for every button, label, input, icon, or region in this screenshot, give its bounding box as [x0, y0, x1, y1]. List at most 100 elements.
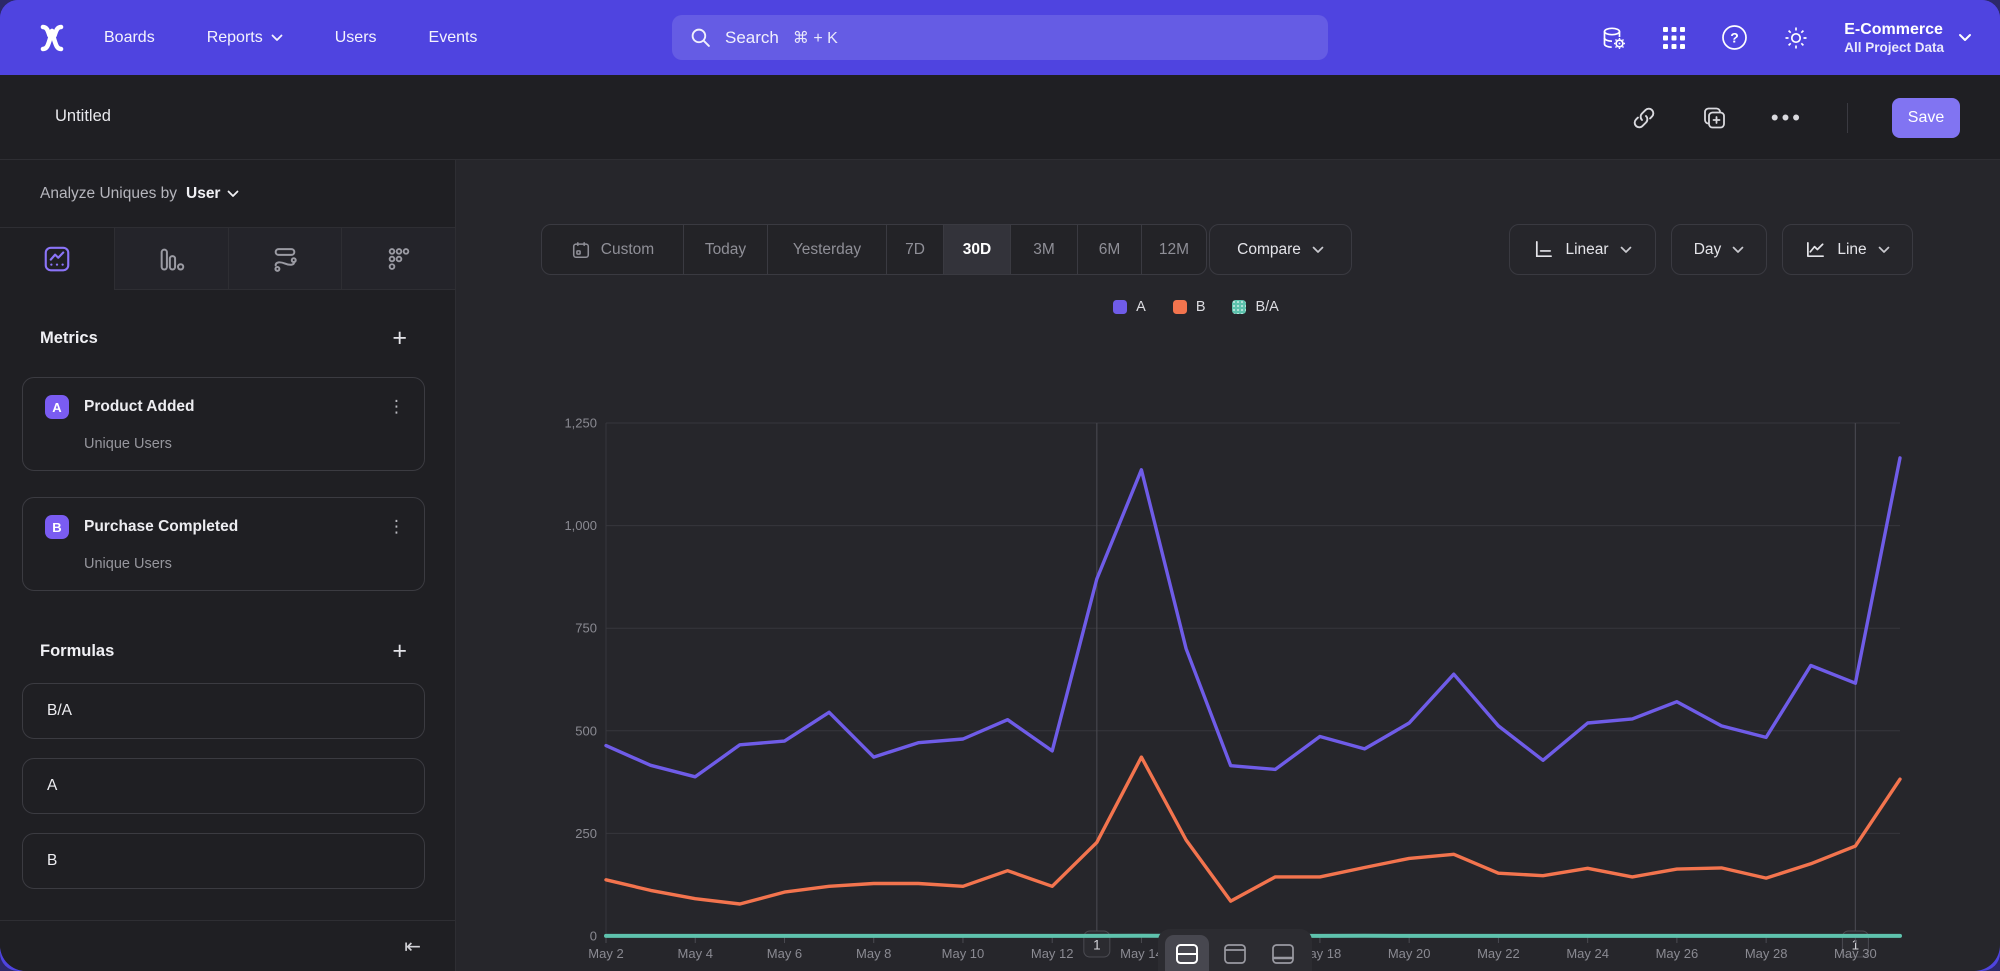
search-input[interactable]: Search ⌘ + K [672, 15, 1328, 60]
apps-grid-icon[interactable] [1661, 25, 1687, 51]
date-range-custom[interactable]: Custom [542, 225, 683, 274]
add-formula-button[interactable]: + [392, 639, 407, 664]
analyze-row: Analyze Uniques by User [0, 160, 455, 228]
chevron-down-icon [1732, 246, 1744, 254]
chart-type-selector[interactable]: Line [1782, 224, 1913, 275]
x-axis-tick-label: May 22 [1477, 946, 1520, 961]
series-line-a[interactable] [606, 458, 1900, 777]
chart-legend: A B B/A [526, 299, 1866, 315]
settings-gear-icon[interactable] [1782, 24, 1810, 52]
tab-flows[interactable] [228, 228, 342, 290]
metric-card[interactable]: A Product Added ⋮ Unique Users [22, 377, 425, 471]
metric-subtitle: Unique Users [84, 436, 406, 452]
series-line-b[interactable] [606, 757, 1900, 904]
nav-menu: Boards Reports Users Events [104, 0, 477, 75]
chevron-down-icon [1878, 246, 1890, 254]
insights-chart-icon [42, 244, 72, 274]
nav-item-events[interactable]: Events [429, 29, 478, 47]
date-range-30d[interactable]: 30D [943, 225, 1010, 274]
legend-swatch [1113, 300, 1127, 314]
split-view-icon [1175, 943, 1199, 965]
analyze-by-selector[interactable]: User [186, 185, 239, 203]
chevron-down-icon [227, 190, 239, 198]
tab-funnels[interactable] [114, 228, 228, 290]
x-axis-tick-label: May 4 [678, 946, 713, 961]
legend-item-b[interactable]: B [1173, 299, 1206, 315]
duplicate-icon[interactable] [1701, 105, 1727, 131]
kebab-menu-icon[interactable]: ⋮ [388, 517, 406, 537]
x-axis-tick-label: May 6 [767, 946, 802, 961]
metric-subtitle: Unique Users [84, 556, 406, 572]
retention-dots-icon [385, 245, 413, 273]
view-chart-only-button[interactable] [1213, 935, 1257, 971]
report-title[interactable]: Untitled [55, 107, 111, 126]
data-management-icon[interactable] [1599, 24, 1627, 52]
nav-item-boards[interactable]: Boards [104, 29, 155, 47]
chart-view-icon [1223, 943, 1247, 965]
nav-item-users[interactable]: Users [335, 29, 377, 47]
x-axis-tick-label: May 20 [1388, 946, 1431, 961]
chevron-down-icon [1958, 33, 1972, 42]
legend-swatch [1173, 300, 1187, 314]
formulas-title: Formulas [40, 642, 114, 661]
x-axis-tick-label: May 14 [1120, 946, 1163, 961]
linear-axis-icon [1533, 239, 1554, 260]
line-chart[interactable]: 02505007501,0001,25011May 2May 4May 6May… [560, 330, 1920, 971]
date-range-6m[interactable]: 6M [1077, 225, 1141, 274]
query-sidebar: Analyze Uniques by User [0, 160, 456, 971]
scale-selector[interactable]: Linear [1509, 224, 1656, 275]
help-icon[interactable]: ? [1721, 24, 1748, 51]
sidebar-footer: ⇤ [0, 920, 455, 971]
more-options-icon[interactable]: ••• [1771, 105, 1803, 131]
x-axis-tick-label: May 12 [1031, 946, 1074, 961]
metric-card[interactable]: B Purchase Completed ⋮ Unique Users [22, 497, 425, 591]
nav-right-cluster: ? E-Commerce All Project Data [1599, 0, 1972, 75]
view-split-button[interactable] [1165, 935, 1209, 971]
chevron-down-icon [1312, 246, 1324, 254]
kebab-menu-icon[interactable]: ⋮ [388, 397, 406, 417]
save-button[interactable]: Save [1892, 98, 1960, 138]
legend-item-a[interactable]: A [1113, 299, 1146, 315]
formula-card[interactable]: B [22, 833, 425, 889]
legend-label: B/A [1255, 299, 1278, 315]
tab-insights[interactable] [0, 228, 114, 290]
date-range-3m[interactable]: 3M [1010, 225, 1077, 274]
interval-selector[interactable]: Day [1671, 224, 1767, 275]
copy-link-icon[interactable] [1631, 105, 1657, 131]
chevron-down-icon [271, 34, 283, 42]
add-metric-button[interactable]: + [392, 326, 407, 351]
legend-item-b-a[interactable]: B/A [1232, 299, 1278, 315]
sidebar-tabs [0, 228, 455, 290]
project-selector[interactable]: E-Commerce All Project Data [1844, 20, 1972, 55]
mixpanel-logo-icon[interactable] [36, 22, 68, 54]
formula-card[interactable]: B/A [22, 683, 425, 739]
annotation-badge-label: 1 [1093, 938, 1101, 953]
nav-item-reports[interactable]: Reports [207, 29, 283, 47]
formulas-list: B/A A B [0, 683, 455, 889]
date-range-yesterday[interactable]: Yesterday [767, 225, 886, 274]
app-window: Boards Reports Users Events Search ⌘ + K [0, 0, 2000, 971]
y-axis-tick-label: 750 [575, 621, 597, 636]
collapse-sidebar-icon[interactable]: ⇤ [404, 934, 421, 959]
calendar-icon [571, 240, 591, 260]
project-scope: All Project Data [1844, 40, 1944, 55]
x-axis-tick-label: May 30 [1834, 946, 1877, 961]
metric-name: Purchase Completed [84, 518, 388, 536]
compare-button[interactable]: Compare [1209, 224, 1352, 275]
x-axis-tick-label: May 26 [1656, 946, 1699, 961]
date-range-today[interactable]: Today [683, 225, 767, 274]
date-range-12m[interactable]: 12M [1141, 225, 1206, 274]
x-axis-tick-label: May 2 [588, 946, 623, 961]
line-chart-icon [1805, 239, 1826, 260]
view-table-only-button[interactable] [1261, 935, 1305, 971]
y-axis-tick-label: 1,000 [564, 518, 597, 533]
chevron-down-icon [1620, 246, 1632, 254]
date-range-control: CustomTodayYesterday7D30D3M6M12M [541, 224, 1207, 275]
legend-label: A [1136, 299, 1146, 315]
date-range-7d[interactable]: 7D [886, 225, 943, 274]
tab-retention[interactable] [341, 228, 455, 290]
formula-card[interactable]: A [22, 758, 425, 814]
search-shortcut: ⌘ + K [793, 28, 838, 48]
search-icon [690, 27, 711, 48]
legend-swatch [1232, 300, 1246, 314]
